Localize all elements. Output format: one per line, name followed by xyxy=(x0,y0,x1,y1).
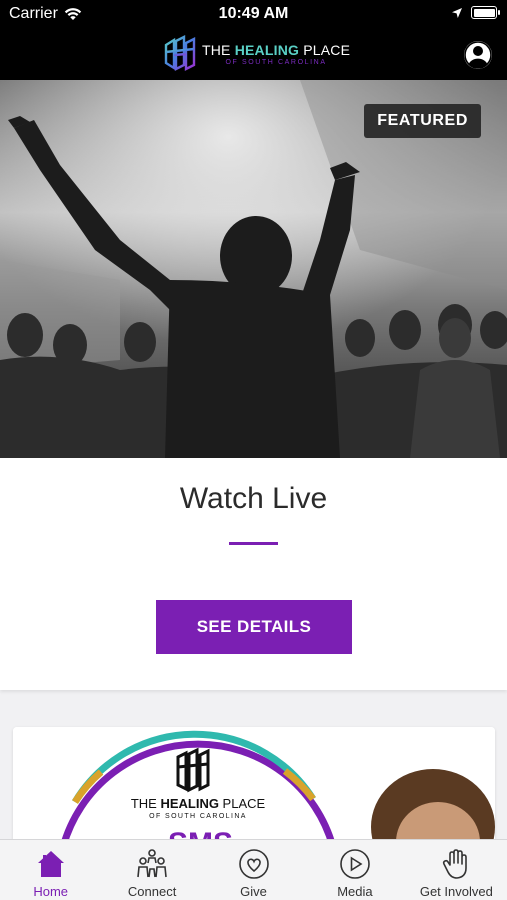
see-details-button[interactable]: SEE DETAILS xyxy=(156,600,352,654)
raised-hand-icon xyxy=(443,849,468,879)
tab-give-label: Give xyxy=(240,884,267,899)
status-time: 10:49 AM xyxy=(218,5,289,22)
bottom-tab-bar: Home Connect Give Media Get Involved xyxy=(0,839,507,900)
logo-title: THE HEALING PLACE xyxy=(202,41,351,58)
featured-hero-image[interactable]: FEATURED xyxy=(0,80,507,458)
watch-live-card: Watch Live SEE DETAILS xyxy=(0,458,507,690)
tab-home-label: Home xyxy=(33,884,69,899)
home-icon xyxy=(37,851,64,877)
church-logo: THE HEALING PLACE OF SOUTH CAROLINA xyxy=(162,35,350,73)
tab-give[interactable]: Give xyxy=(203,840,304,900)
tab-connect[interactable]: Connect xyxy=(101,840,202,900)
battery-icon xyxy=(471,6,500,19)
heart-circle-icon xyxy=(238,849,269,879)
status-right xyxy=(451,6,500,19)
people-icon xyxy=(137,849,167,878)
promo-card[interactable]: THE HEALING PLACE OF SOUTH CAROLINA SMS xyxy=(13,727,495,847)
logo-subtitle: OF SOUTH CAROLINA xyxy=(225,58,327,66)
nav-bar: THE HEALING PLACE OF SOUTH CAROLINA xyxy=(0,30,507,80)
tab-media[interactable]: Media xyxy=(304,840,405,900)
user-profile-icon[interactable] xyxy=(463,40,493,70)
featured-badge: FEATURED xyxy=(364,104,481,138)
tab-get-involved-label: Get Involved xyxy=(419,884,493,899)
promo-logo-text: THE HEALING PLACE OF SOUTH CAROLINA xyxy=(130,796,266,820)
title-divider xyxy=(229,542,278,545)
tab-connect-label: Connect xyxy=(127,884,177,899)
status-bar: Carrier 10:49 AM xyxy=(0,0,507,30)
church-logo-mark-icon xyxy=(164,35,196,71)
tab-media-label: Media xyxy=(337,884,373,899)
app-screen: Carrier 10:49 AM THE HEALING PLACE OF SO… xyxy=(0,0,507,900)
tab-get-involved[interactable]: Get Involved xyxy=(406,840,507,900)
card-title: Watch Live xyxy=(179,482,328,515)
church-logo-text: THE HEALING PLACE OF SOUTH CAROLINA xyxy=(202,43,350,66)
location-arrow-icon xyxy=(452,7,462,18)
play-circle-icon xyxy=(340,849,370,879)
promo-graphic xyxy=(13,727,495,847)
tab-home[interactable]: Home xyxy=(0,840,101,900)
